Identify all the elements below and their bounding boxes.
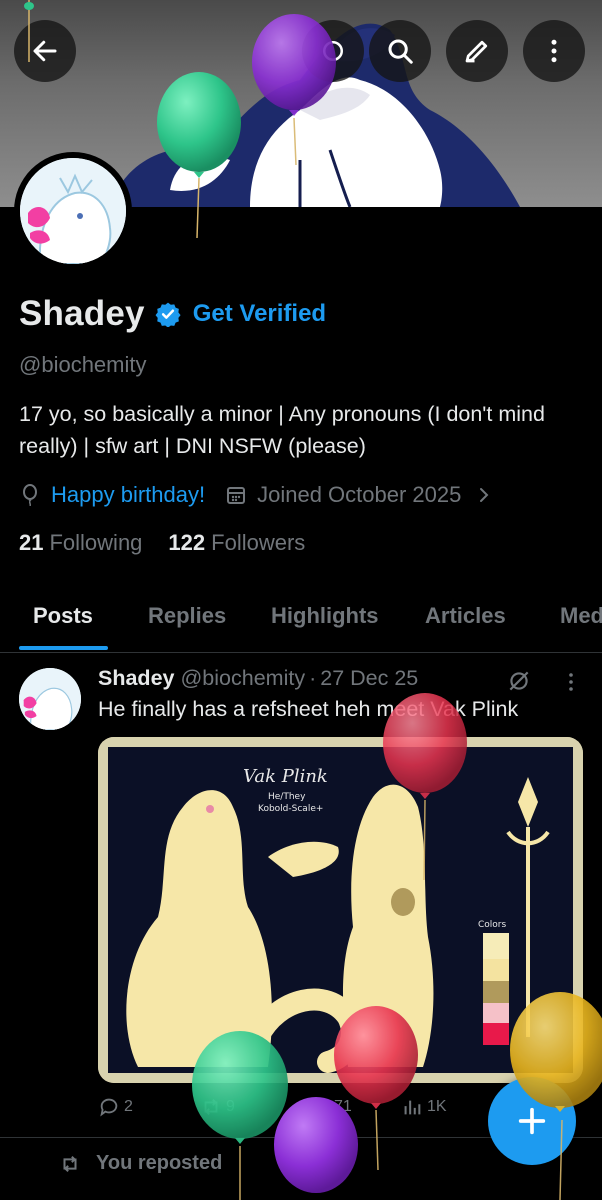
refsheet-artwork: Vak Plink He/They Kobold-Scale+ Colors xyxy=(98,737,583,1083)
compose-button[interactable] xyxy=(488,1077,576,1165)
refsheet-species: Kobold-Scale+ xyxy=(258,804,323,814)
post-image[interactable]: Vak Plink He/They Kobold-Scale+ Colors xyxy=(98,737,583,1083)
pencil-icon xyxy=(465,40,488,63)
back-button[interactable] xyxy=(14,20,76,82)
tab-articles[interactable]: Articles xyxy=(425,603,506,629)
display-name: Shadey xyxy=(19,294,145,333)
repost-count: 9 xyxy=(226,1098,235,1115)
like-count: 71 xyxy=(334,1098,352,1115)
profile-avatar[interactable] xyxy=(14,152,132,270)
post-separator: · xyxy=(309,666,317,690)
profile-tabs: Posts Replies Highlights Articles Med xyxy=(0,585,602,653)
repost-indicator: You reposted xyxy=(58,1152,222,1175)
followers-link[interactable]: 122 Followers xyxy=(168,530,305,556)
post-text: He finally has a refsheet heh meet Vak P… xyxy=(98,697,519,721)
joined-text: Joined October 2025 xyxy=(257,482,462,507)
share-icon xyxy=(323,41,343,61)
tab-posts[interactable]: Posts xyxy=(33,603,93,629)
birthday-text[interactable]: Happy birthday! xyxy=(51,482,205,508)
profile-bio: 17 yo, so basically a minor | Any pronou… xyxy=(19,402,545,458)
share-button[interactable] xyxy=(302,20,364,82)
reply-count: 2 xyxy=(124,1098,133,1115)
reply-button[interactable]: 2 xyxy=(98,1096,133,1118)
arrow-left-icon xyxy=(33,40,57,62)
calendar-icon xyxy=(225,484,247,506)
repost-indicator-label: You reposted xyxy=(96,1152,223,1174)
refsheet-colors-label: Colors xyxy=(478,920,506,930)
more-vertical-icon xyxy=(551,39,557,63)
repost-indicator-icon xyxy=(63,1155,77,1172)
post-more-icon[interactable] xyxy=(562,670,580,694)
grok-icon[interactable] xyxy=(506,668,532,694)
refsheet-pronouns: He/They xyxy=(268,792,306,802)
views-button[interactable]: 1K xyxy=(401,1096,447,1118)
post-header: Shadey @biochemity · 27 Dec 25 xyxy=(98,666,418,691)
post-date[interactable]: 27 Dec 25 xyxy=(320,666,418,691)
following-link[interactable]: 21 Following xyxy=(19,530,142,556)
profile-meta-row: Happy birthday! Joined October 2025 xyxy=(19,480,491,510)
balloon-icon xyxy=(19,484,41,506)
reply-icon xyxy=(100,1098,118,1117)
followers-count: 122 xyxy=(168,530,206,555)
name-row: Shadey Get Verified xyxy=(19,294,326,334)
tab-media[interactable]: Med xyxy=(560,603,602,629)
search-icon xyxy=(388,39,413,64)
post-author-avatar[interactable] xyxy=(19,668,81,730)
refsheet-title: Vak Plink xyxy=(243,766,328,787)
repost-icon xyxy=(204,1099,218,1115)
search-button[interactable] xyxy=(369,20,431,82)
like-button[interactable]: 71 xyxy=(308,1096,352,1118)
followers-label: Followers xyxy=(211,530,306,555)
views-icon xyxy=(404,1100,421,1115)
views-count: 1K xyxy=(427,1098,447,1115)
edit-button[interactable] xyxy=(446,20,508,82)
plus-icon xyxy=(518,1107,546,1135)
more-button[interactable] xyxy=(523,20,585,82)
follow-stats-row: 21 Following 122 Followers xyxy=(19,530,305,556)
verified-badge-icon xyxy=(155,302,181,327)
tab-highlights[interactable]: Highlights xyxy=(271,603,379,629)
following-label: Following xyxy=(49,530,143,555)
post-author-handle[interactable]: @biochemity xyxy=(180,666,305,691)
active-tab-indicator xyxy=(19,646,108,650)
heart-icon xyxy=(310,1099,328,1116)
get-verified-link[interactable]: Get Verified xyxy=(193,300,326,328)
repost-button[interactable]: 9 xyxy=(200,1096,235,1118)
avatar-image xyxy=(20,158,126,264)
profile-handle: @biochemity xyxy=(19,352,147,377)
following-count: 21 xyxy=(19,530,44,555)
post-author-name[interactable]: Shadey xyxy=(98,666,174,691)
chevron-right-icon[interactable] xyxy=(477,486,491,504)
tab-replies[interactable]: Replies xyxy=(148,603,226,629)
